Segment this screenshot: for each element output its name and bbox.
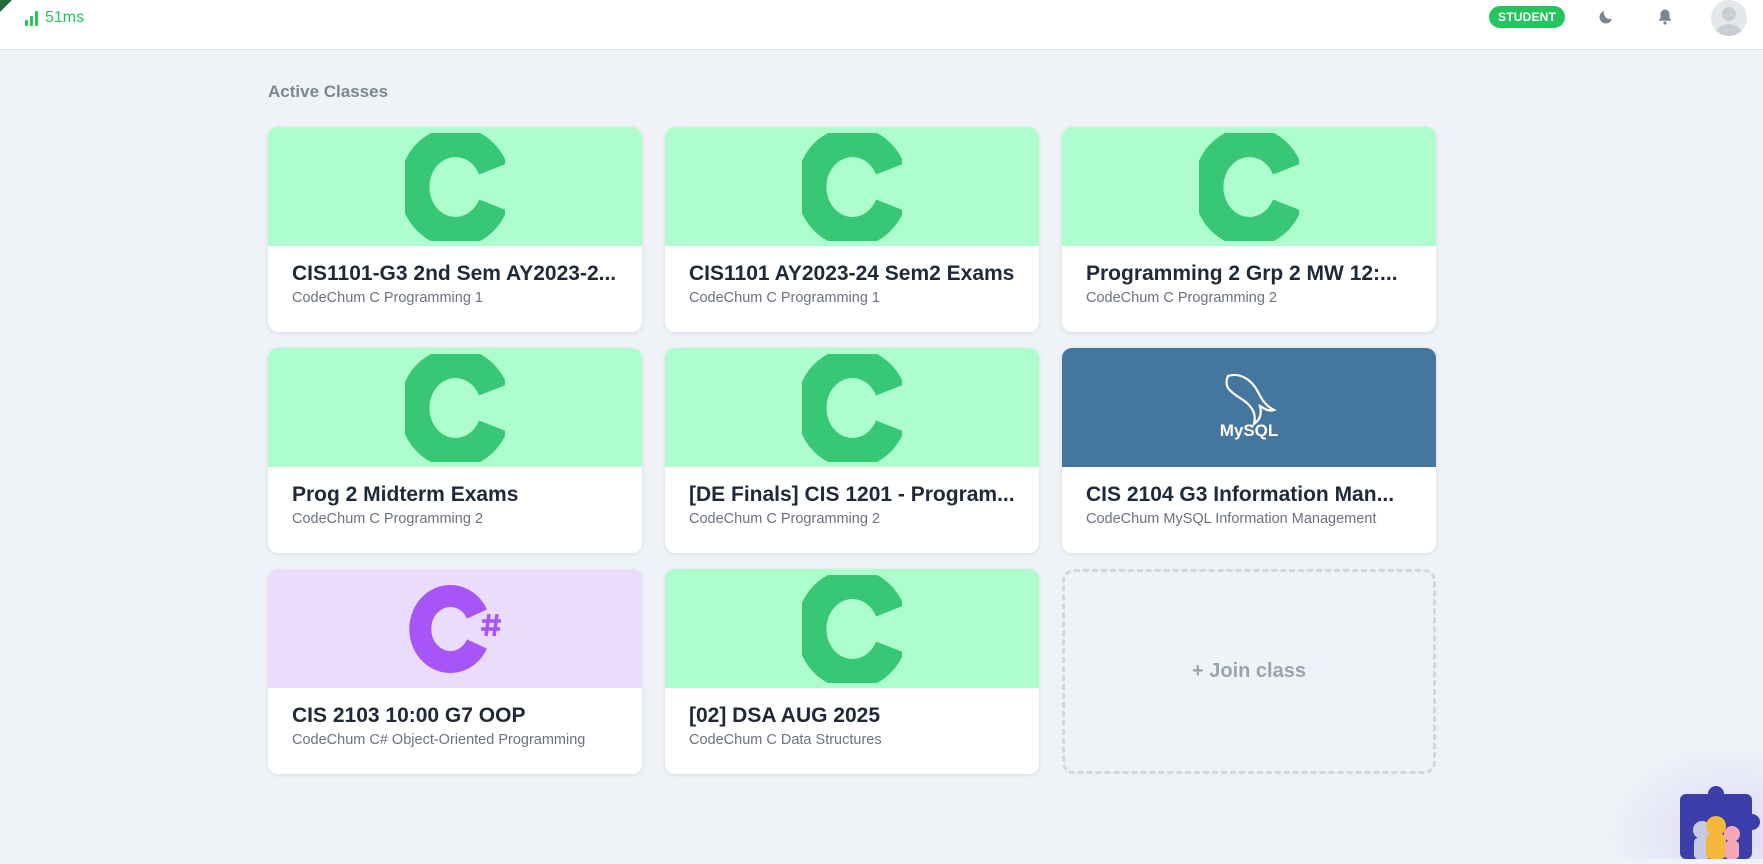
svg-text:MySQL: MySQL <box>1220 421 1279 440</box>
class-title: [DE Finals] CIS 1201 - Program... <box>689 483 1015 506</box>
dark-mode-toggle[interactable] <box>1594 5 1618 29</box>
c-logo-icon <box>405 353 505 462</box>
class-course: CodeChum C Programming 2 <box>1086 290 1277 306</box>
class-title: CIS1101-G3 2nd Sem AY2023-2... <box>292 262 617 285</box>
class-card[interactable]: Programming 2 Grp 2 MW 12:... CodeChum C… <box>1062 127 1436 332</box>
class-card[interactable]: CIS 2103 10:00 G7 OOP CodeChum C# Object… <box>268 569 642 774</box>
mascot-widget[interactable] <box>1670 786 1762 859</box>
class-title: CIS 2104 G3 Information Man... <box>1086 483 1395 506</box>
class-banner <box>268 569 642 688</box>
c-logo-icon <box>405 132 505 241</box>
avatar-icon <box>1715 7 1743 36</box>
class-card[interactable]: MySQL CIS 2104 G3 Information Man... Cod… <box>1062 348 1436 553</box>
class-banner <box>665 127 1039 246</box>
class-grid: CIS1101-G3 2nd Sem AY2023-2... CodeChum … <box>268 127 1436 774</box>
class-course: CodeChum C Programming 1 <box>292 290 483 306</box>
class-course: CodeChum C Data Structures <box>689 732 882 748</box>
csharp-logo-icon <box>409 584 501 673</box>
user-avatar[interactable] <box>1711 0 1747 36</box>
class-banner <box>1062 127 1436 246</box>
class-title: [02] DSA AUG 2025 <box>689 704 881 727</box>
puzzle-mascot-icon <box>1680 786 1760 859</box>
class-card[interactable]: [DE Finals] CIS 1201 - Program... CodeCh… <box>665 348 1039 553</box>
class-banner <box>268 348 642 467</box>
class-title: Programming 2 Grp 2 MW 12:... <box>1086 262 1398 285</box>
class-card[interactable]: [02] DSA AUG 2025 CodeChum C Data Struct… <box>665 569 1039 774</box>
class-card[interactable]: Prog 2 Midterm Exams CodeChum C Programm… <box>268 348 642 553</box>
class-card[interactable]: CIS1101 AY2023-24 Sem2 Exams CodeChum C … <box>665 127 1039 332</box>
section-title: Active Classes <box>268 82 389 101</box>
bell-icon <box>1659 9 1671 25</box>
c-logo-icon <box>1199 132 1299 241</box>
signal-icon <box>25 10 38 26</box>
role-badge: STUDENT <box>1489 6 1566 28</box>
latency-indicator: 51ms <box>25 8 84 28</box>
class-course: CodeChum C# Object-Oriented Programming <box>292 732 586 748</box>
latency-value: 51ms <box>45 9 85 26</box>
mysql-logo-icon: MySQL <box>1220 373 1279 440</box>
class-banner <box>268 127 642 246</box>
top-bar: 51ms STUDENT <box>0 0 1763 50</box>
c-logo-icon <box>802 132 902 241</box>
c-logo-icon <box>802 353 902 462</box>
class-banner: MySQL <box>1062 348 1436 467</box>
moon-icon <box>1599 11 1612 24</box>
join-class-button[interactable]: + Join class <box>1062 569 1436 774</box>
class-banner <box>665 348 1039 467</box>
c-logo-icon <box>802 574 902 683</box>
class-card[interactable]: CIS1101-G3 2nd Sem AY2023-2... CodeChum … <box>268 127 642 332</box>
class-course: CodeChum C Programming 2 <box>689 511 880 527</box>
notifications-button[interactable] <box>1653 5 1677 29</box>
class-title: CIS 2103 10:00 G7 OOP <box>292 704 526 727</box>
corner-marker <box>0 0 12 12</box>
class-title: CIS1101 AY2023-24 Sem2 Exams <box>689 262 1015 285</box>
class-title: Prog 2 Midterm Exams <box>292 483 519 506</box>
class-course: CodeChum C Programming 2 <box>292 511 483 527</box>
class-course: CodeChum C Programming 1 <box>689 290 880 306</box>
class-course: CodeChum MySQL Information Management <box>1086 511 1377 527</box>
class-banner <box>665 569 1039 688</box>
